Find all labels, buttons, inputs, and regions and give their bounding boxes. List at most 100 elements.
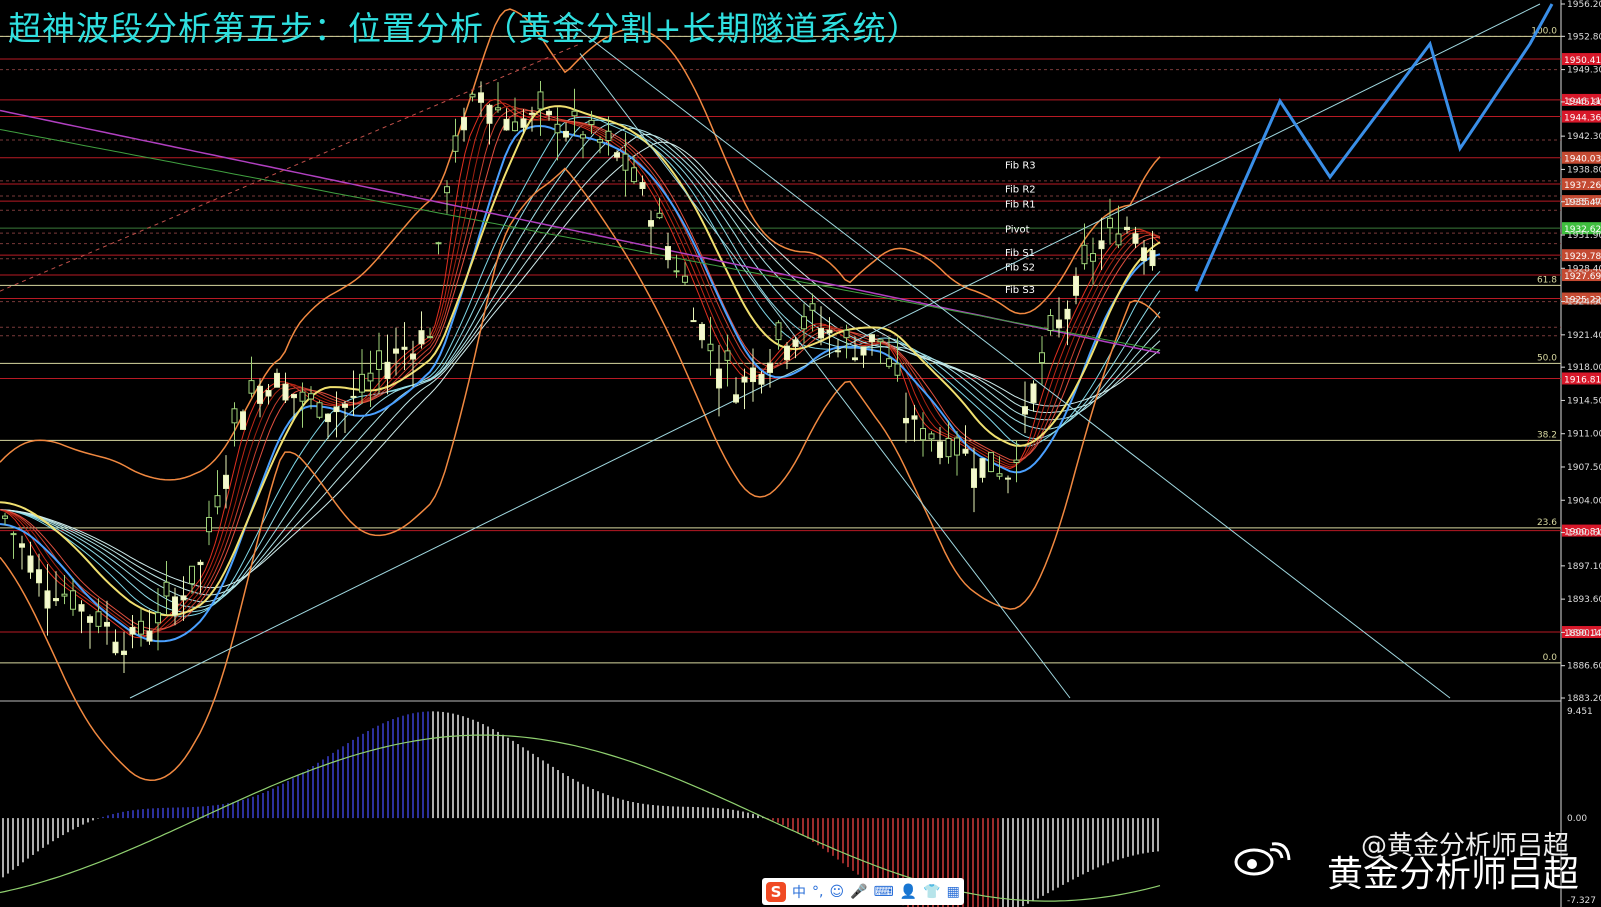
candle-body — [699, 323, 705, 341]
candle-body — [308, 393, 314, 400]
ma-red-line — [0, 98, 1161, 639]
candle-body — [537, 91, 544, 110]
candle-body — [206, 517, 212, 533]
horizontal-levels: 100.061.850.038.223.60.0Fib R3Fib R2Fib … — [0, 0, 1562, 907]
candle-body — [741, 376, 748, 383]
candle-body — [1039, 352, 1045, 364]
candle-body — [1098, 240, 1105, 250]
candle-body — [784, 345, 790, 361]
ime-skin-icon[interactable]: 👕 — [923, 884, 940, 900]
price-tag-label: 1937.26 — [1564, 181, 1601, 191]
ime-chinese-mode[interactable]: 中 — [792, 882, 806, 902]
watermark-handle: @黄金分析师吕超 — [1360, 831, 1569, 861]
candle-body — [121, 650, 127, 656]
candle-body — [529, 112, 535, 115]
trendline-down-2 — [579, 53, 1071, 699]
candle-body — [172, 596, 178, 616]
candle-body — [367, 372, 374, 382]
candle-body — [10, 533, 17, 536]
candle-body — [877, 339, 884, 343]
ime-voice-icon[interactable]: 🎤 — [850, 884, 867, 900]
candle-body — [1081, 244, 1088, 265]
price-tag-label: 1940.03 — [1564, 155, 1601, 165]
ma-red-line — [0, 109, 1160, 630]
sogou-logo-icon[interactable]: S — [766, 881, 786, 902]
candle-body — [563, 130, 569, 138]
candle-body — [444, 186, 450, 194]
axis-tick-label: 1956.20 — [1567, 0, 1601, 10]
candle-body — [571, 110, 578, 117]
axis-tick-label: 1883.20 — [1567, 694, 1601, 704]
candle-body — [418, 330, 425, 345]
candle-body — [350, 395, 357, 398]
pivot-label: Fib S2 — [1005, 262, 1035, 273]
ime-emoji-icon[interactable]: ☺ — [829, 884, 844, 900]
candle-body — [639, 182, 646, 190]
candle-body — [27, 555, 34, 573]
pivot-label: Fib S1 — [1005, 248, 1035, 259]
candle-body — [223, 474, 229, 489]
candle-body — [197, 561, 204, 566]
chart-title: 超神波段分析第五步：位置分析（黄金分割+长期隧道系统） — [8, 9, 921, 48]
candle-body — [1107, 217, 1113, 229]
candle-body — [792, 339, 799, 347]
indicator-curves — [0, 3, 1554, 782]
price-tag-label: 1944.36 — [1564, 114, 1601, 124]
candle-body — [1132, 233, 1139, 244]
candle-body — [1064, 308, 1071, 320]
candle-body — [376, 350, 382, 370]
candle-body — [435, 242, 442, 245]
fib-level-label: 0.0 — [1543, 653, 1558, 663]
ime-punctuation-icon[interactable]: °, — [812, 884, 823, 900]
candle-body — [733, 394, 739, 403]
candle-body — [605, 130, 612, 142]
ma-red-line — [0, 102, 1161, 637]
axis-tick-label: 1897.10 — [1567, 562, 1601, 572]
candle-body — [767, 362, 773, 373]
fib-level-label: 61.8 — [1537, 275, 1557, 285]
axis-tick-label: 1921.40 — [1567, 331, 1601, 341]
candle-body — [78, 604, 85, 612]
candle-body — [1030, 383, 1037, 403]
candle-body — [690, 320, 697, 323]
ime-user-icon[interactable]: 👤 — [900, 884, 917, 900]
candle-body — [401, 346, 408, 350]
candle-body — [750, 367, 756, 383]
price-tag-label: 1929.78 — [1564, 252, 1601, 262]
ime-toolbar[interactable]: S 中 °, ☺ 🎤 ⌨ 👤 👕 ▦ — [762, 878, 964, 905]
candle-body — [520, 118, 527, 128]
candle-body — [996, 473, 1003, 477]
candle-body — [971, 468, 977, 488]
pivot-label: Fib R1 — [1005, 200, 1036, 211]
ime-keyboard-icon[interactable]: ⌨ — [874, 884, 894, 900]
axis-tick-label: 1945.90 — [1567, 98, 1601, 108]
ime-grid-icon[interactable]: ▦ — [947, 884, 960, 900]
candle-body — [937, 441, 943, 458]
candle-body — [452, 135, 459, 152]
candle-body — [155, 612, 161, 624]
candle-body — [469, 93, 476, 98]
candle-body — [673, 270, 680, 273]
oscillator-axis-label: -7.327 — [1567, 896, 1596, 906]
candle-body — [104, 621, 110, 627]
candle-body — [648, 220, 654, 227]
candle-body — [631, 167, 637, 183]
candle-body — [231, 408, 238, 424]
candle-body — [299, 391, 306, 402]
candle-body — [95, 611, 102, 627]
candle-body — [656, 212, 663, 219]
candle-body — [180, 595, 187, 601]
candlesticks — [2, 81, 1156, 673]
candle-body — [707, 343, 714, 352]
axis-tick-label: 1949.30 — [1567, 66, 1601, 76]
candle-body — [214, 495, 221, 508]
candle-body — [682, 275, 688, 283]
candle-body — [886, 358, 892, 367]
candle-body — [342, 403, 348, 408]
candle-body — [775, 322, 782, 341]
candle-body — [809, 303, 816, 311]
ma-ribbon-line — [0, 119, 1161, 613]
candle-body — [1090, 253, 1096, 262]
candle-body — [461, 117, 467, 131]
tunnel-green-line — [0, 129, 1161, 351]
